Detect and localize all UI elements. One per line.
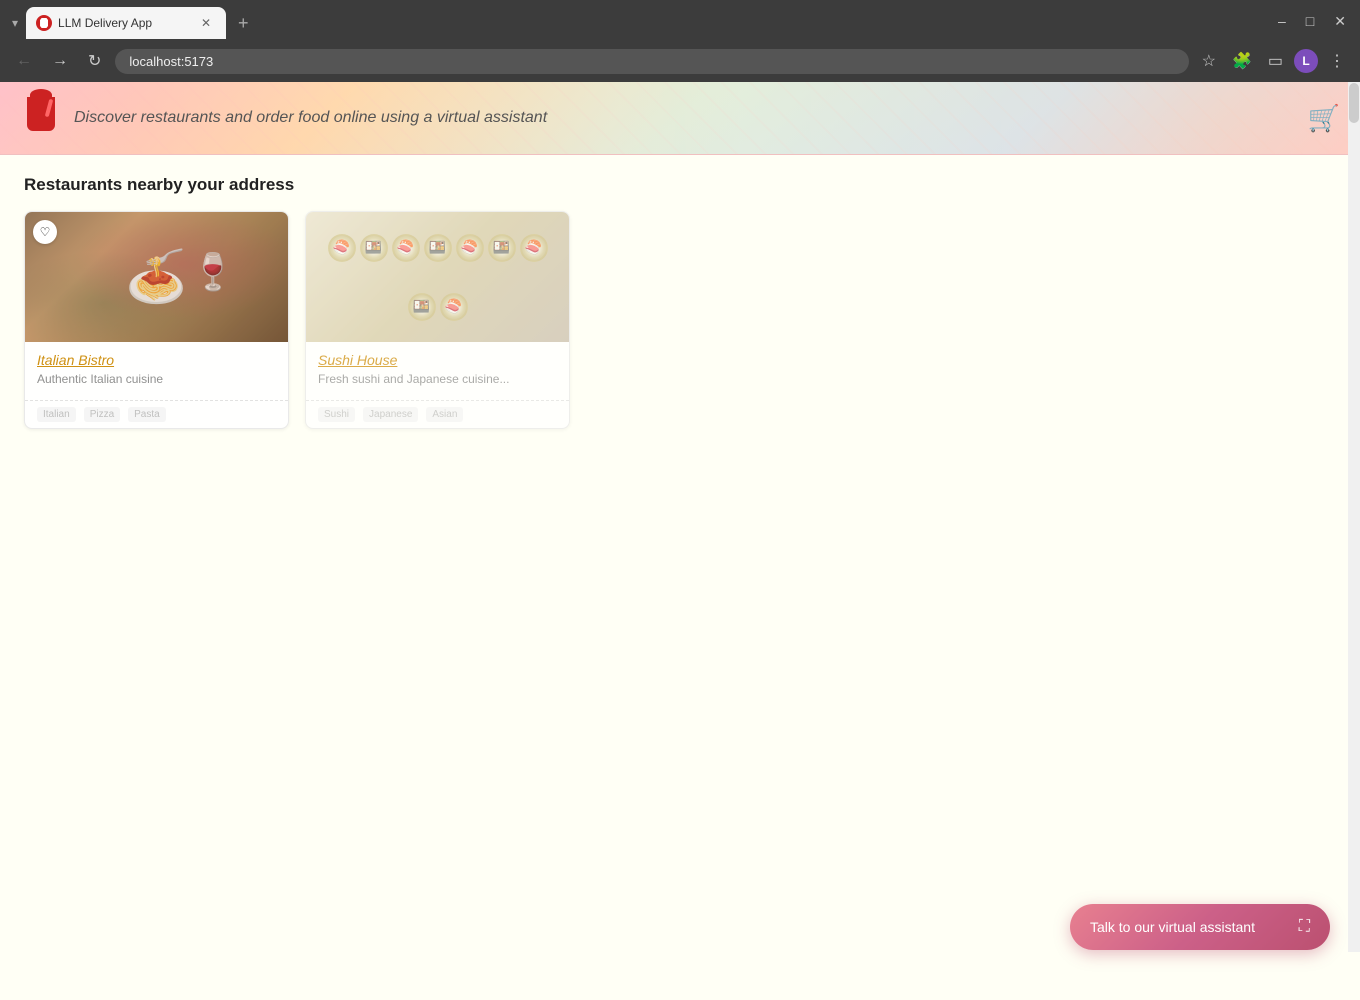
sushi-piece-9: 🍣 <box>440 293 468 321</box>
sushi-piece-5: 🍣 <box>456 234 484 262</box>
restaurant-desc-italian: Authentic Italian cuisine <box>37 372 276 386</box>
forward-button[interactable]: → <box>46 49 74 73</box>
sushi-tag-1: Japanese <box>363 407 418 422</box>
sushi-piece-2: 🍱 <box>360 234 388 262</box>
profile-avatar[interactable]: L <box>1294 49 1318 73</box>
restaurant-desc-sushi: Fresh sushi and Japanese cuisine... <box>318 372 557 386</box>
reload-button[interactable]: ↻ <box>82 48 107 74</box>
sushi-piece-1: 🍣 <box>328 234 356 262</box>
page-scrollbar[interactable] <box>1348 82 1360 952</box>
card-footer-italian: Italian Pizza Pasta <box>25 400 288 428</box>
sushi-tag-2: Asian <box>426 407 463 422</box>
favorite-badge-italian[interactable]: ♡ <box>33 220 57 244</box>
sushi-piece-6: 🍱 <box>488 234 516 262</box>
restaurants-grid: ♡ Italian Bistro Authentic Italian cuisi… <box>24 211 1336 429</box>
card-footer-sushi: Sushi Japanese Asian <box>306 400 569 428</box>
app-logo-area: Discover restaurants and order food onli… <box>20 97 547 139</box>
bookmark-icon[interactable]: ☆ <box>1197 48 1221 74</box>
sushi-piece-3: 🍣 <box>392 234 420 262</box>
active-tab[interactable]: LLM Delivery App ✕ <box>26 7 226 39</box>
restaurant-image-wrap-sushi: 🍣 🍱 🍣 🍱 🍣 🍱 🍣 🍱 🍣 <box>306 212 569 342</box>
restaurant-image-italian <box>25 212 288 342</box>
app-header: Discover restaurants and order food onli… <box>0 82 1360 155</box>
restaurant-card-italian[interactable]: ♡ Italian Bistro Authentic Italian cuisi… <box>24 211 289 429</box>
restaurant-image-sushi: 🍣 🍱 🍣 🍱 🍣 🍱 🍣 🍱 🍣 <box>306 212 569 342</box>
va-button-label: Talk to our virtual assistant <box>1090 919 1255 935</box>
restaurant-card-sushi[interactable]: 🍣 🍱 🍣 🍱 🍣 🍱 🍣 🍱 🍣 Sushi House Fresh sush… <box>305 211 570 429</box>
address-input[interactable] <box>115 49 1188 74</box>
toolbar-icons: ☆ 🧩 ▭ L ⋮ <box>1197 48 1350 74</box>
browser-chrome: ▾ LLM Delivery App ✕ + – □ ✕ ← → ↻ ☆ 🧩 ▭… <box>0 0 1360 82</box>
back-button[interactable]: ← <box>10 49 38 73</box>
extensions-icon[interactable]: 🧩 <box>1227 48 1257 74</box>
minimize-button[interactable]: – <box>1272 11 1292 32</box>
section-title: Restaurants nearby your address <box>24 175 1336 195</box>
card-tag-0: Italian <box>37 407 76 422</box>
address-bar-row: ← → ↻ ☆ 🧩 ▭ L ⋮ <box>0 40 1360 82</box>
maximize-button[interactable]: □ <box>1300 11 1320 32</box>
cart-button[interactable]: 🛒 <box>1308 103 1340 134</box>
sushi-piece-4: 🍱 <box>424 234 452 262</box>
new-tab-button[interactable]: + <box>230 11 257 36</box>
main-content: Restaurants nearby your address ♡ Italia… <box>0 155 1360 449</box>
sushi-tag-0: Sushi <box>318 407 355 422</box>
card-tag-2: Pasta <box>128 407 166 422</box>
window-controls: – □ ✕ <box>1272 11 1352 36</box>
va-expand-icon: ⛶ <box>1299 918 1310 936</box>
card-body-sushi: Sushi House Fresh sushi and Japanese cui… <box>306 342 569 400</box>
card-body-italian: Italian Bistro Authentic Italian cuisine <box>25 342 288 400</box>
logo-cup-icon <box>27 97 55 131</box>
close-button[interactable]: ✕ <box>1328 11 1352 32</box>
scrollbar-thumb[interactable] <box>1349 83 1359 123</box>
restaurant-name-sushi[interactable]: Sushi House <box>318 352 557 368</box>
sushi-piece-7: 🍣 <box>520 234 548 262</box>
logo-straw-icon <box>45 99 54 117</box>
app-tagline: Discover restaurants and order food onli… <box>74 109 547 127</box>
sushi-piece-8: 🍱 <box>408 293 436 321</box>
tab-bar: ▾ LLM Delivery App ✕ + – □ ✕ <box>0 0 1360 40</box>
tab-title: LLM Delivery App <box>58 16 192 30</box>
sidebar-icon[interactable]: ▭ <box>1263 48 1288 74</box>
menu-icon[interactable]: ⋮ <box>1324 48 1350 74</box>
virtual-assistant-button[interactable]: Talk to our virtual assistant ⛶ <box>1070 904 1330 950</box>
tab-prev-button[interactable]: ▾ <box>8 14 22 32</box>
tab-favicon <box>36 15 52 31</box>
tab-close-button[interactable]: ✕ <box>198 15 214 31</box>
card-tag-1: Pizza <box>84 407 120 422</box>
restaurant-image-wrap-italian: ♡ <box>25 212 288 342</box>
restaurant-name-italian[interactable]: Italian Bistro <box>37 352 276 368</box>
app-logo <box>20 97 62 139</box>
